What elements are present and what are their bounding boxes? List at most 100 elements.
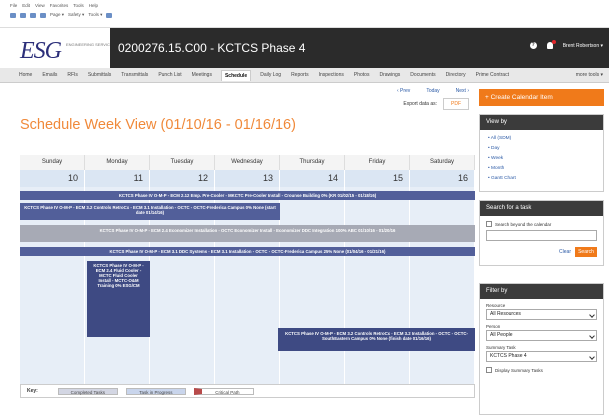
display-summary-checkbox[interactable] bbox=[486, 367, 492, 373]
search-beyond-row: Search beyond the calendar bbox=[480, 216, 603, 230]
view-gantt-link[interactable]: Gantt Chart bbox=[488, 174, 595, 184]
export-label: Export data as: bbox=[403, 101, 437, 107]
app-header: ESG ENGINEERING SERVICES GROUP 0200276.1… bbox=[0, 28, 609, 68]
page-title: Schedule Week View (01/10/16 - 01/16/16) bbox=[20, 117, 296, 133]
help-question-icon[interactable]: ? bbox=[529, 42, 537, 49]
date-cell[interactable]: 14 bbox=[280, 170, 345, 187]
date-cell[interactable]: 10 bbox=[20, 170, 85, 187]
tab-home[interactable]: Home bbox=[18, 70, 33, 80]
day-header-monday: Monday bbox=[85, 155, 150, 170]
tab-rfis[interactable]: RFIs bbox=[66, 70, 79, 80]
summary-task-select[interactable]: KCTCS Phase 4 bbox=[486, 351, 597, 362]
date-cell[interactable]: 16 bbox=[410, 170, 475, 187]
clear-link[interactable]: Clear bbox=[559, 249, 571, 255]
help-icon[interactable] bbox=[106, 12, 113, 18]
menu-view[interactable]: View bbox=[35, 3, 45, 8]
search-actions: Clear Search bbox=[480, 241, 603, 257]
day-numbers: 10 11 12 13 14 15 16 bbox=[20, 170, 475, 187]
summary-task-value: KCTCS Phase 4 bbox=[490, 353, 527, 359]
task-bar[interactable]: KCTCS Phase IV O-M-P - ECM 3.2 Controls … bbox=[20, 203, 280, 220]
search-title: Search for a task bbox=[480, 201, 603, 216]
day-header-thursday: Thursday bbox=[280, 155, 345, 170]
search-button[interactable]: Search bbox=[575, 247, 597, 257]
tab-transmittals[interactable]: Transmittals bbox=[120, 70, 149, 80]
resource-label: Resource bbox=[486, 303, 506, 308]
safety-menu[interactable]: Safety ▾ bbox=[68, 12, 84, 18]
next-week-link[interactable]: Next › bbox=[456, 88, 469, 94]
resource-select[interactable]: All Resources bbox=[486, 309, 597, 320]
browser-menu: File Edit View Favorites Tools Help bbox=[10, 3, 98, 8]
task-bar[interactable]: KCTCS Phase IV O-M-P - ECM 2.12 Emp. Pre… bbox=[20, 191, 475, 200]
week-pager: ‹ Prev Today Next › bbox=[397, 88, 469, 94]
tab-prime-contract[interactable]: Prime Contract bbox=[475, 70, 510, 80]
search-beyond-label: Search beyond the calendar bbox=[495, 221, 552, 227]
search-input[interactable] bbox=[486, 230, 597, 241]
schedule-main: ‹ Prev Today Next › Export data as: PDF … bbox=[15, 83, 475, 415]
page-menu[interactable]: Page ▾ bbox=[50, 12, 64, 18]
filter-title: Filter by bbox=[480, 284, 603, 299]
project-bar: 0200276.15.C00 - KCTCS Phase 4 ? Brent R… bbox=[110, 28, 609, 68]
search-beyond-checkbox[interactable] bbox=[486, 221, 492, 227]
day-header-wednesday: Wednesday bbox=[215, 155, 280, 170]
menu-edit[interactable]: Edit bbox=[22, 3, 30, 8]
project-title: 0200276.15.C00 - KCTCS Phase 4 bbox=[118, 41, 306, 55]
main-nav: Home Emails RFIs Submittals Transmittals… bbox=[0, 68, 609, 83]
user-menu[interactable]: Brent Robertson ▾ bbox=[563, 43, 603, 49]
tab-schedule[interactable]: Schedule bbox=[220, 69, 252, 81]
person-select[interactable]: All People bbox=[486, 330, 597, 341]
day-header-sunday: Sunday bbox=[20, 155, 85, 170]
header-icons: ? Brent Robertson ▾ bbox=[529, 40, 603, 49]
task-bar[interactable]: KCTCS Phase IV O-M-P - ECM 3.2 Controls … bbox=[278, 328, 475, 351]
menu-help[interactable]: Help bbox=[89, 3, 98, 8]
feeds-icon[interactable] bbox=[20, 12, 26, 18]
menu-file[interactable]: File bbox=[10, 3, 17, 8]
tab-emails[interactable]: Emails bbox=[41, 70, 58, 80]
export-row: Export data as: PDF bbox=[403, 98, 469, 110]
task-bar[interactable]: KCTCS Phase IV O-M-P - ECM 3.1 DDC Syste… bbox=[20, 247, 475, 256]
date-cell[interactable]: 12 bbox=[150, 170, 215, 187]
mail-icon[interactable] bbox=[30, 12, 36, 18]
tab-submittals[interactable]: Submittals bbox=[87, 70, 112, 80]
day-column bbox=[280, 187, 345, 387]
menu-tools[interactable]: Tools bbox=[73, 3, 84, 8]
day-header-saturday: Saturday bbox=[410, 155, 475, 170]
tab-inspections[interactable]: Inspections bbox=[318, 70, 345, 80]
view-all-link[interactable]: All (SDM) bbox=[488, 134, 595, 144]
notifications-icon[interactable] bbox=[546, 40, 556, 49]
export-pdf-button[interactable]: PDF bbox=[443, 98, 469, 110]
tab-daily-log[interactable]: Daily Log bbox=[259, 70, 282, 80]
today-link[interactable]: Today bbox=[426, 88, 439, 94]
chevron-down-icon bbox=[589, 354, 595, 360]
key-critical-path: Critical Path bbox=[193, 387, 254, 395]
tab-reports[interactable]: Reports bbox=[290, 70, 310, 80]
tab-documents[interactable]: Documents bbox=[409, 70, 436, 80]
chevron-down-icon bbox=[589, 312, 595, 318]
task-bar[interactable]: KCTCS Phase IV O-M-P - ECM 2.4 Fluid Coo… bbox=[87, 261, 150, 337]
day-headers: Sunday Monday Tuesday Wednesday Thursday… bbox=[20, 155, 475, 170]
task-bar[interactable]: KCTCS Phase IV O-M-P - ECM 2.4 Economize… bbox=[20, 225, 475, 242]
esg-logo[interactable]: ESG bbox=[20, 38, 62, 65]
browser-toolbar: File Edit View Favorites Tools Help Page… bbox=[0, 0, 609, 28]
home-icon[interactable] bbox=[10, 12, 16, 18]
tab-photos[interactable]: Photos bbox=[353, 70, 371, 80]
date-cell[interactable]: 11 bbox=[85, 170, 150, 187]
tab-punch-list[interactable]: Punch List bbox=[157, 70, 182, 80]
person-value: All People bbox=[490, 332, 513, 338]
tab-drawings[interactable]: Drawings bbox=[378, 70, 401, 80]
more-tools-menu[interactable]: more tools ▾ bbox=[576, 72, 603, 78]
create-calendar-item-button[interactable]: + Create Calendar Item bbox=[479, 89, 604, 106]
view-by-title: View by bbox=[480, 115, 603, 130]
menu-favorites[interactable]: Favorites bbox=[50, 3, 69, 8]
day-header-friday: Friday bbox=[345, 155, 410, 170]
view-month-link[interactable]: Month bbox=[488, 164, 595, 174]
prev-week-link[interactable]: ‹ Prev bbox=[397, 88, 410, 94]
date-cell[interactable]: 15 bbox=[345, 170, 410, 187]
view-day-link[interactable]: Day bbox=[488, 144, 595, 154]
tab-directory[interactable]: Directory bbox=[445, 70, 467, 80]
date-cell[interactable]: 13 bbox=[215, 170, 280, 187]
tools-menu[interactable]: Tools ▾ bbox=[88, 12, 102, 18]
tab-meetings[interactable]: Meetings bbox=[191, 70, 213, 80]
print-icon[interactable] bbox=[40, 12, 46, 18]
summary-task-label: Summary Task bbox=[486, 345, 516, 350]
view-week-link[interactable]: Week bbox=[488, 154, 595, 164]
